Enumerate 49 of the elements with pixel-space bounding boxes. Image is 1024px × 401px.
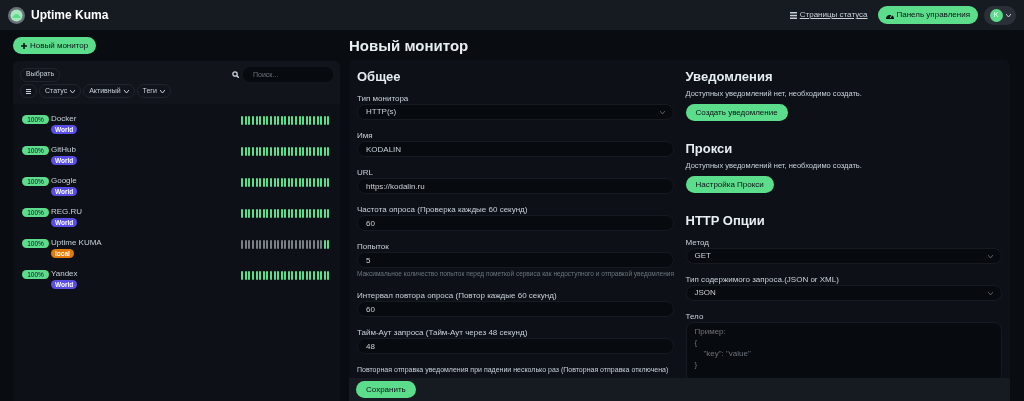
field-label: Попыток [357,242,390,251]
field-label: Тело [685,312,705,321]
caret-icon [1005,13,1011,17]
field-label: Тип монитора [357,94,410,103]
section-heading: Уведомления [685,70,774,84]
plus-icon [21,42,27,49]
status-pages-link[interactable]: Страницы статуса [789,9,868,21]
create-notification-button[interactable]: Создать уведомление [685,104,788,121]
search-icon [232,71,239,78]
caret-icon [159,89,165,93]
monitor-name[interactable]: Uptime KUMA [51,238,102,248]
save-button[interactable]: Сохранить [356,381,416,398]
chevron-icon [988,291,993,295]
monitor-name[interactable]: Docker [51,114,78,124]
input-field[interactable]: 5 [357,252,674,268]
field-label: Имя [357,131,374,140]
monitor-name[interactable]: Yandex [51,269,78,279]
field-label: URL [357,168,374,177]
input-field[interactable]: 48 [357,338,674,354]
list-icon [789,11,797,19]
chevron-icon [659,110,665,114]
monitor-name[interactable]: GitHub [51,145,78,155]
input-field[interactable]: 60 [357,215,674,231]
new-monitor-button[interactable]: Новый монитор [13,37,97,54]
section-heading: HTTP Опции [685,214,766,228]
field-label: Частота опроса (Проверка каждые 60 секунд) [357,205,529,214]
logo-icon [8,6,25,24]
caret-icon [70,89,76,93]
caret-icon [123,89,129,93]
monitor-name[interactable]: Google [51,176,78,186]
chevron-icon [988,254,993,258]
input-field[interactable]: https://kodalin.ru [357,178,674,194]
dashboard-button[interactable]: Панель управления [877,6,978,24]
page-title: Новый монитор [349,37,470,56]
section-heading: Общее [357,70,402,84]
menu-icon [26,88,31,94]
field-label: Тайм-Аут запроса (Тайм-Аут через 48 секунд) [357,328,529,337]
field-label: Тип содержимого запроса.(JSON or XML) [685,275,840,284]
input-field[interactable]: KODALIN [357,141,674,157]
brand-title: Uptime Kuma [31,7,109,24]
select-field[interactable]: HTTP(s) [357,104,674,120]
monitor-name[interactable]: REG.RU [51,207,83,217]
field-label: Метод [685,238,710,247]
select-field[interactable]: GET [685,248,1002,264]
section-heading: Прокси [685,142,734,156]
input-field[interactable]: 60 [357,301,674,317]
proxy-settings-button[interactable]: Настройка Прокси [685,176,774,193]
select-field[interactable]: JSON [685,285,1002,301]
field-label: Интервал повтора опроса (Повтор каждые 60 секунд) [357,291,558,300]
